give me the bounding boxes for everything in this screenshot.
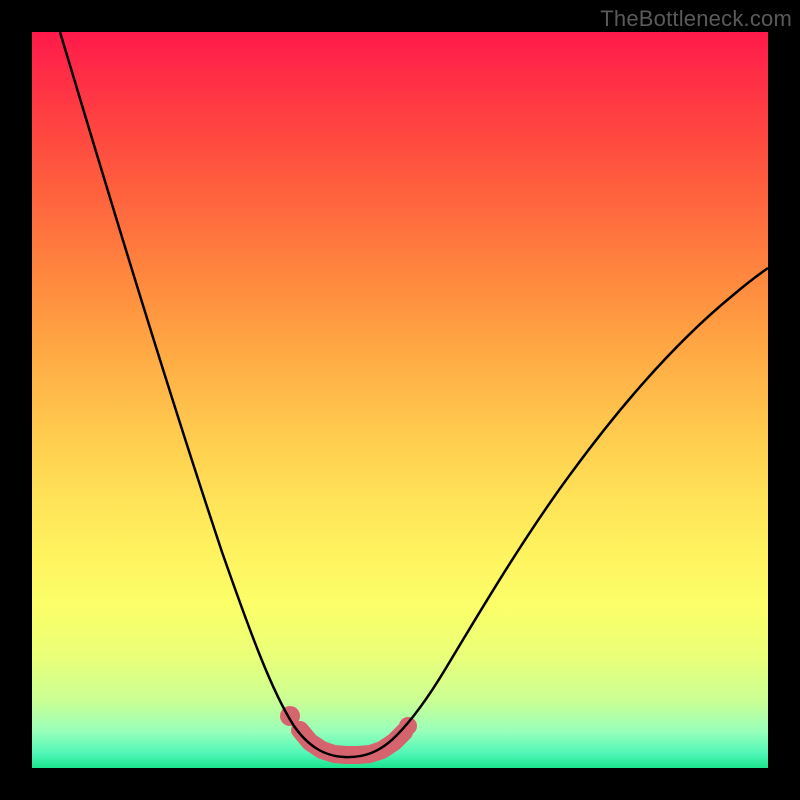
chart-frame: TheBottleneck.com xyxy=(0,0,800,800)
bottleneck-curve-path xyxy=(60,32,768,757)
plot-area xyxy=(32,32,768,768)
optimal-region-highlight xyxy=(280,706,417,755)
bottleneck-curve-svg xyxy=(32,32,768,768)
watermark-text: TheBottleneck.com xyxy=(600,6,792,32)
